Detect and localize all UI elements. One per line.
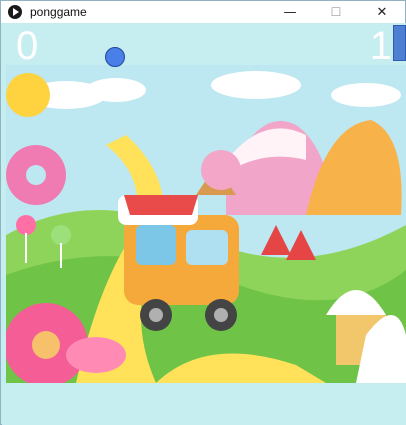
play-icon <box>8 5 22 19</box>
ball <box>105 47 125 67</box>
close-button[interactable]: ✕ <box>359 1 405 23</box>
game-canvas[interactable]: 0 1 <box>2 23 406 425</box>
window-controls: — ☐ ✕ <box>267 1 405 23</box>
minimize-button[interactable]: — <box>267 1 313 23</box>
window-title: ponggame <box>30 5 87 19</box>
player-score-right: 1 <box>369 24 392 68</box>
maximize-button[interactable]: ☐ <box>313 1 359 23</box>
app-window: ponggame — ☐ ✕ 0 1 <box>0 0 406 425</box>
player-score-left: 0 <box>16 24 39 68</box>
title-bar[interactable]: ponggame — ☐ ✕ <box>1 1 405 23</box>
right-paddle <box>393 25 406 61</box>
candy-land-background <box>6 65 406 383</box>
